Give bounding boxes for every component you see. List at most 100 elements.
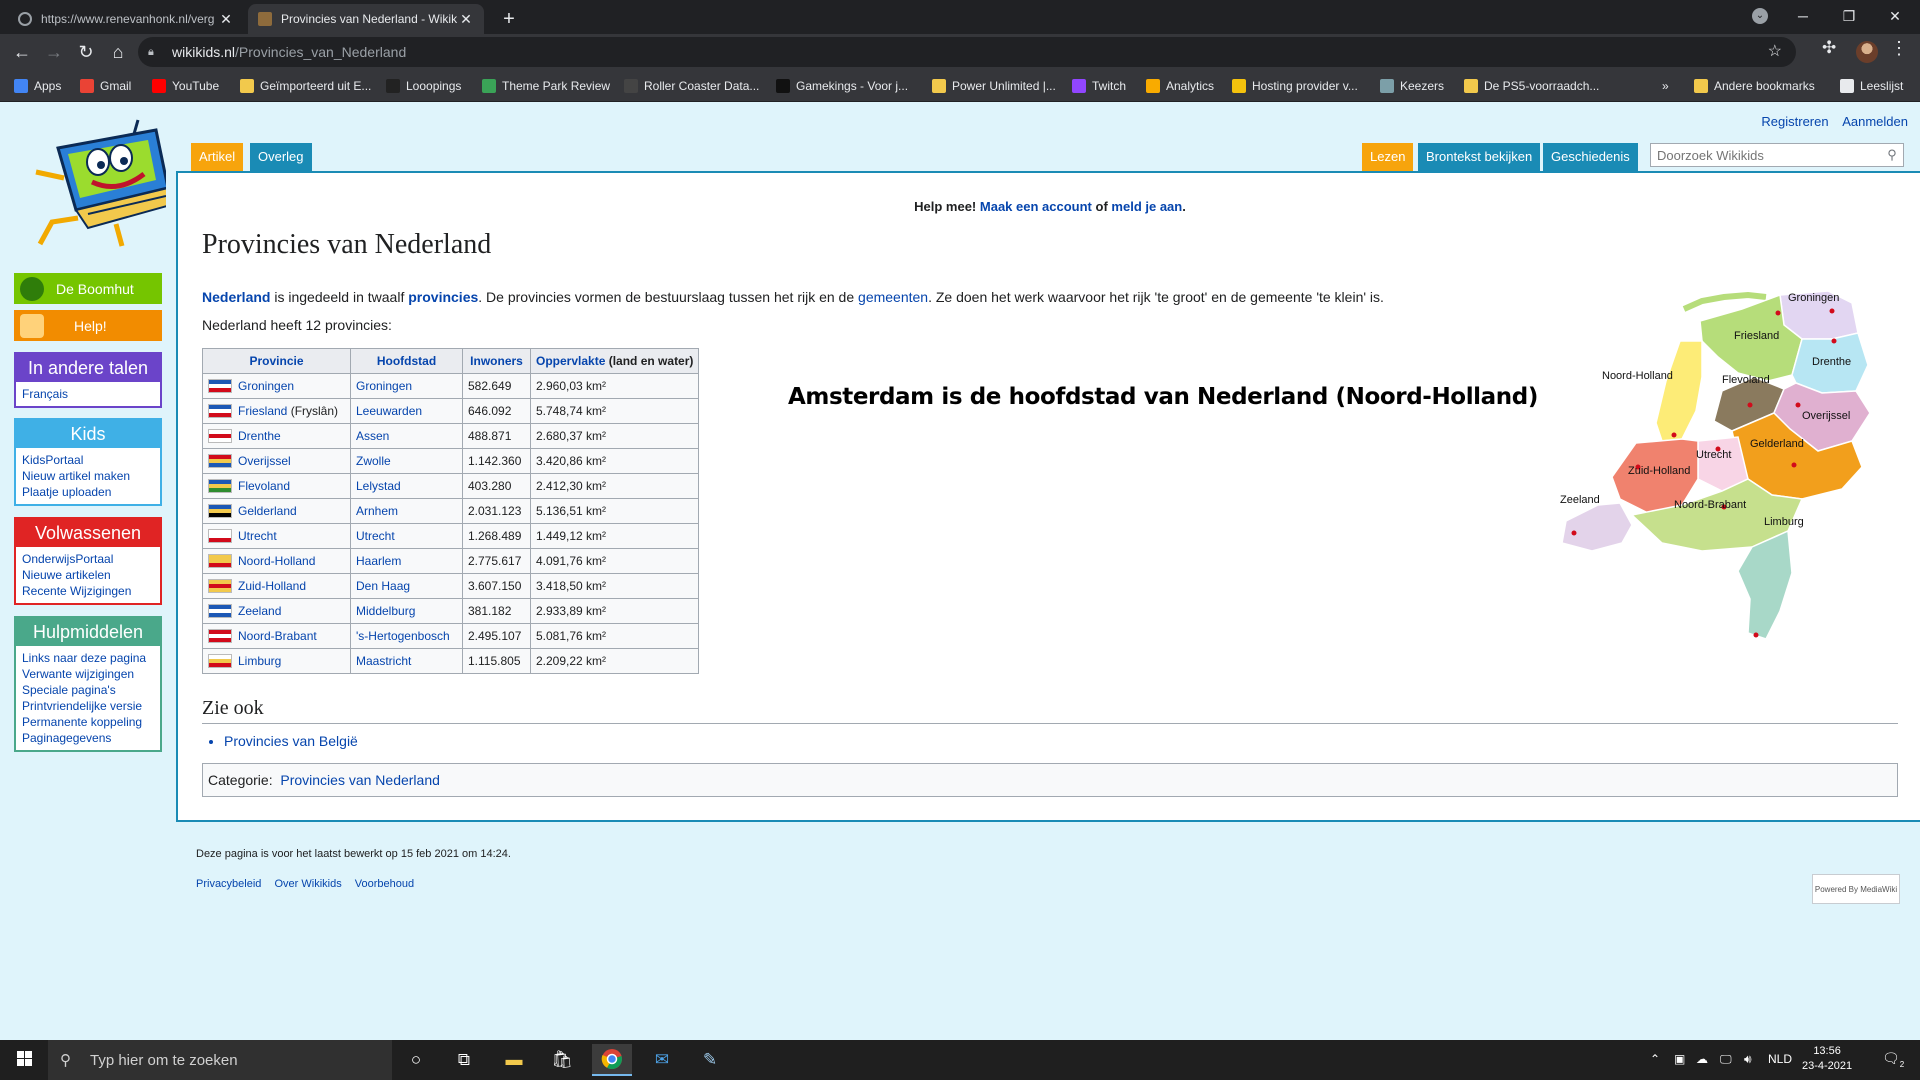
capital-link[interactable]: 's-Hertogenbosch bbox=[356, 629, 450, 643]
tab-brontekst-bekijken[interactable]: Brontekst bekijken bbox=[1418, 143, 1541, 171]
bookmark-item[interactable]: Hosting provider v... bbox=[1232, 76, 1358, 96]
bookmark-item[interactable]: YouTube bbox=[152, 76, 219, 96]
province-link[interactable]: Utrecht bbox=[238, 529, 277, 543]
bookmark-item[interactable]: Power Unlimited |... bbox=[932, 76, 1056, 96]
windows-start-icon[interactable] bbox=[8, 1048, 40, 1072]
notification-center-icon[interactable]: 🗨︎2 bbox=[1882, 1050, 1904, 1069]
tab-lezen[interactable]: Lezen bbox=[1362, 143, 1414, 171]
sidebar-item-onderwijsportaal[interactable]: OnderwijsPortaal bbox=[22, 551, 154, 567]
sidebar-item-nieuw-artikel[interactable]: Nieuw artikel maken bbox=[22, 468, 154, 484]
language-link-fr[interactable]: Français bbox=[22, 386, 154, 402]
capital-link[interactable]: Zwolle bbox=[356, 454, 391, 468]
province-link[interactable]: Limburg bbox=[238, 654, 281, 668]
chrome-taskbar-icon[interactable] bbox=[592, 1044, 632, 1076]
bookmark-item[interactable]: Apps bbox=[14, 76, 61, 96]
sidebar-item-nieuwe-artikelen[interactable]: Nieuwe artikelen bbox=[22, 567, 154, 583]
column-header-hoofdstad[interactable]: Hoofdstad bbox=[350, 348, 463, 374]
bookmark-item[interactable]: Twitch bbox=[1072, 76, 1126, 96]
close-tab-icon[interactable]: ✕ bbox=[458, 11, 474, 28]
search-icon[interactable]: ⚲ bbox=[1881, 147, 1903, 163]
close-tab-icon[interactable]: ✕ bbox=[218, 11, 234, 28]
province-link[interactable]: Drenthe bbox=[238, 429, 281, 443]
province-link[interactable]: Zeeland bbox=[238, 604, 281, 618]
de-boomhut-button[interactable]: De Boomhut bbox=[14, 273, 162, 304]
extensions-puzzle-icon[interactable]: ✣ bbox=[1822, 38, 1836, 58]
store-icon[interactable]: 🛍︎ bbox=[542, 1044, 582, 1076]
capital-link[interactable]: Den Haag bbox=[356, 579, 410, 593]
other-bookmarks-folder[interactable]: Andere bookmarks bbox=[1694, 76, 1815, 96]
login-notice-link[interactable]: meld je aan bbox=[1111, 199, 1182, 214]
maximize-button[interactable]: ❐ bbox=[1826, 0, 1872, 32]
volume-icon[interactable]: 🔊︎ bbox=[1744, 1052, 1752, 1067]
capital-link[interactable]: Assen bbox=[356, 429, 389, 443]
system-clock[interactable]: 13:56 23-4-2021 bbox=[1802, 1044, 1852, 1074]
close-window-button[interactable]: ✕ bbox=[1872, 0, 1918, 32]
register-link[interactable]: Registreren bbox=[1761, 114, 1828, 129]
column-header-inwoners[interactable]: Inwoners bbox=[462, 348, 531, 374]
bookmark-item[interactable]: Theme Park Review bbox=[482, 76, 610, 96]
tab-geschiedenis[interactable]: Geschiedenis bbox=[1543, 143, 1638, 171]
region-zeeland[interactable] bbox=[1561, 502, 1633, 552]
sidebar-item-printvriendelijk[interactable]: Printvriendelijke versie bbox=[22, 698, 154, 714]
network-icon[interactable]: 🖵︎ bbox=[1720, 1052, 1732, 1067]
sidebar-item-verwante-wijzigingen[interactable]: Verwante wijzigingen bbox=[22, 666, 154, 682]
bookmark-item[interactable]: Geïmporteerd uit E... bbox=[240, 76, 371, 96]
province-link[interactable]: Groningen bbox=[238, 379, 294, 393]
tab-artikel[interactable]: Artikel bbox=[191, 143, 244, 171]
capital-link[interactable]: Maastricht bbox=[356, 654, 411, 668]
footer-privacy-link[interactable]: Privacybeleid bbox=[196, 878, 261, 890]
capital-link[interactable]: Arnhem bbox=[356, 504, 398, 518]
footer-about-link[interactable]: Over Wikikids bbox=[274, 878, 341, 890]
capital-link[interactable]: Middelburg bbox=[356, 604, 415, 618]
create-account-link[interactable]: Maak een account bbox=[980, 199, 1092, 214]
notepad-icon[interactable]: ✎ bbox=[690, 1044, 730, 1076]
column-header-provincie[interactable]: Provincie bbox=[202, 348, 351, 374]
input-language[interactable]: NLD bbox=[1768, 1052, 1792, 1066]
province-link[interactable]: Flevoland bbox=[238, 479, 290, 493]
province-link[interactable]: Gelderland bbox=[238, 504, 297, 518]
file-explorer-icon[interactable]: ▬ bbox=[494, 1044, 534, 1076]
province-link[interactable]: Zuid-Holland bbox=[238, 579, 306, 593]
capital-link[interactable]: Groningen bbox=[356, 379, 412, 393]
link-provincies[interactable]: provincies bbox=[408, 289, 478, 305]
sidebar-item-links-naar[interactable]: Links naar deze pagina bbox=[22, 650, 154, 666]
tab-overleg[interactable]: Overleg bbox=[250, 143, 312, 171]
mail-icon[interactable]: ✉ bbox=[642, 1044, 682, 1076]
new-tab-button[interactable]: + bbox=[496, 6, 522, 32]
lock-icon[interactable]: 🔒︎ bbox=[148, 46, 160, 59]
bookmark-item[interactable]: Keezers bbox=[1380, 76, 1444, 96]
sidebar-item-kidsportaal[interactable]: KidsPortaal bbox=[22, 452, 154, 468]
bookmark-item[interactable]: Roller Coaster Data... bbox=[624, 76, 759, 96]
capital-link[interactable]: Haarlem bbox=[356, 554, 401, 568]
link-gemeenten[interactable]: gemeenten bbox=[858, 289, 928, 305]
tab-search-icon[interactable]: ⌄ bbox=[1752, 8, 1768, 24]
link-provincies-van-belgie[interactable]: Provincies van België bbox=[224, 733, 358, 749]
help-button[interactable]: Help! bbox=[14, 310, 162, 341]
capital-link[interactable]: Utrecht bbox=[356, 529, 395, 543]
forward-icon[interactable]: → bbox=[40, 38, 68, 66]
cortana-icon[interactable]: ○ bbox=[396, 1044, 436, 1076]
sidebar-item-permanente-koppeling[interactable]: Permanente koppeling bbox=[22, 714, 154, 730]
provinces-map[interactable]: Groningen Friesland Drenthe Noord-Hollan… bbox=[1552, 281, 1882, 679]
capital-link[interactable]: Lelystad bbox=[356, 479, 401, 493]
minimize-button[interactable]: ─ bbox=[1780, 0, 1826, 32]
bookmark-item[interactable]: Gamekings - Voor j... bbox=[776, 76, 908, 96]
sidebar-item-recente-wijzigingen[interactable]: Recente Wijzigingen bbox=[22, 583, 154, 599]
capital-link[interactable]: Leeuwarden bbox=[356, 404, 422, 418]
province-link[interactable]: Overijssel bbox=[238, 454, 291, 468]
address-bar[interactable]: 🔒︎ wikikids.nl/Provincies_van_Nederland … bbox=[138, 37, 1796, 67]
onedrive-icon[interactable]: ☁ bbox=[1696, 1052, 1708, 1066]
wikikids-logo[interactable] bbox=[18, 118, 166, 248]
category-link[interactable]: Provincies van Nederland bbox=[280, 772, 440, 788]
bookmark-item[interactable]: Gmail bbox=[80, 76, 131, 96]
sidebar-item-plaatje-uploaden[interactable]: Plaatje uploaden bbox=[22, 484, 154, 500]
bookmark-item[interactable]: Analytics bbox=[1146, 76, 1214, 96]
province-link[interactable]: Noord-Holland bbox=[238, 554, 315, 568]
oppervlakte-header-link[interactable]: Oppervlakte bbox=[536, 354, 605, 368]
browser-menu-icon[interactable]: ⋮ bbox=[1890, 38, 1908, 59]
bookmark-item[interactable]: De PS5-voorraadch... bbox=[1464, 76, 1599, 96]
browser-tab-active[interactable]: Provincies van Nederland - Wikik ✕ bbox=[248, 4, 484, 34]
back-icon[interactable]: ← bbox=[8, 38, 36, 66]
reload-icon[interactable]: ↻ bbox=[72, 38, 100, 66]
login-link[interactable]: Aanmelden bbox=[1842, 114, 1908, 129]
